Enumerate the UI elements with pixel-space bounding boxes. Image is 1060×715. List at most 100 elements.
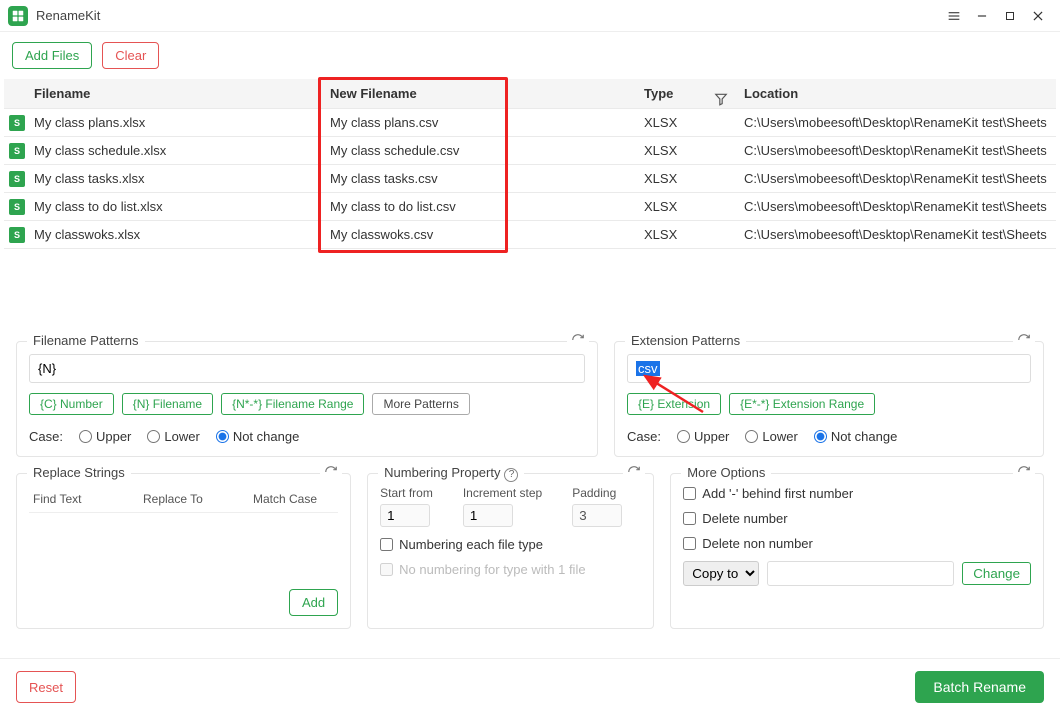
case-notchange-radio[interactable]: Not change	[814, 429, 898, 444]
xlsx-file-icon: S	[9, 227, 25, 243]
panel-title: Filename Patterns	[27, 333, 145, 348]
case-lower-radio[interactable]: Lower	[745, 429, 797, 444]
cell-new-filename: My classwoks.csv	[324, 227, 638, 242]
numbering-panel: Numbering Property? Start from Increment…	[367, 473, 654, 629]
chip-filename[interactable]: {N} Filename	[122, 393, 213, 415]
cell-filename: My class to do list.xlsx	[30, 199, 324, 214]
step-label: Increment step	[463, 486, 542, 500]
refresh-icon[interactable]	[1013, 465, 1035, 482]
chip-extension[interactable]: {E} Extension	[627, 393, 721, 415]
refresh-icon[interactable]	[1013, 333, 1035, 350]
case-notchange-radio[interactable]: Not change	[216, 429, 300, 444]
filename-pattern-input[interactable]	[29, 354, 585, 383]
start-label: Start from	[380, 486, 433, 500]
cell-filename: My class schedule.xlsx	[30, 143, 324, 158]
col-new-filename[interactable]: New Filename	[324, 86, 638, 101]
table-row[interactable]: S My class schedule.xlsxMy class schedule…	[4, 137, 1056, 165]
cell-location: C:\Users\mobeesoft\Desktop\RenameKit tes…	[738, 171, 1056, 186]
chk-each-type[interactable]: Numbering each file type	[380, 537, 641, 552]
panel-title: Numbering Property?	[378, 465, 524, 482]
panels-row-2: Replace Strings Find Text Replace To Mat…	[0, 457, 1060, 629]
col-location[interactable]: Location	[738, 86, 1056, 101]
cell-new-filename: My class schedule.csv	[324, 143, 638, 158]
step-input[interactable]	[463, 504, 513, 527]
col-filename[interactable]: Filename	[30, 86, 324, 101]
refresh-icon[interactable]	[623, 465, 645, 482]
close-icon[interactable]	[1024, 2, 1052, 30]
app-title: RenameKit	[36, 8, 100, 23]
panel-title: More Options	[681, 465, 771, 480]
case-label: Case:	[627, 429, 661, 444]
case-label: Case:	[29, 429, 63, 444]
file-grid: Filename New Filename Type Location S My …	[0, 79, 1060, 249]
chip-number[interactable]: {C} Number	[29, 393, 114, 415]
minimize-icon[interactable]	[968, 2, 996, 30]
cell-type: XLSX	[638, 227, 738, 242]
batch-rename-button[interactable]: Batch Rename	[915, 671, 1044, 703]
chip-filename-range[interactable]: {N*-*} Filename Range	[221, 393, 364, 415]
start-input[interactable]	[380, 504, 430, 527]
refresh-icon[interactable]	[320, 465, 342, 482]
refresh-icon[interactable]	[567, 333, 589, 350]
toolbar: Add Files Clear	[0, 32, 1060, 79]
cell-type: XLSX	[638, 171, 738, 186]
col-type[interactable]: Type	[638, 86, 738, 101]
table-row[interactable]: S My class to do list.xlsxMy class to do …	[4, 193, 1056, 221]
cell-filename: My classwoks.xlsx	[30, 227, 324, 242]
replace-table-body	[29, 513, 338, 583]
panels-row-1: Filename Patterns {C} Number {N} Filenam…	[0, 329, 1060, 457]
maximize-icon[interactable]	[996, 2, 1024, 30]
copyto-path[interactable]	[767, 561, 954, 586]
table-row[interactable]: S My class plans.xlsxMy class plans.csvXL…	[4, 109, 1056, 137]
chk-no-one[interactable]: No numbering for type with 1 file	[380, 562, 641, 577]
chip-extension-range[interactable]: {E*-*} Extension Range	[729, 393, 875, 415]
table-row[interactable]: SMy classwoks.xlsxMy classwoks.csvXLSXC:…	[4, 221, 1056, 249]
extension-value: csv	[636, 361, 660, 376]
grid-header: Filename New Filename Type Location	[4, 79, 1056, 109]
more-options-panel: More Options Add '-' behind first number…	[670, 473, 1044, 629]
reset-button[interactable]: Reset	[16, 671, 76, 703]
cell-new-filename: My class tasks.csv	[324, 171, 638, 186]
case-lower-radio[interactable]: Lower	[147, 429, 199, 444]
cell-location: C:\Users\mobeesoft\Desktop\RenameKit tes…	[738, 115, 1056, 130]
clear-button[interactable]: Clear	[102, 42, 159, 69]
pad-input	[572, 504, 622, 527]
help-icon[interactable]: ?	[504, 468, 518, 482]
case-upper-radio[interactable]: Upper	[677, 429, 729, 444]
cell-new-filename: My class to do list.csv	[324, 199, 638, 214]
add-replace-button[interactable]: Add	[289, 589, 338, 616]
chk-delnum[interactable]: Delete number	[683, 511, 1031, 526]
cell-type: XLSX	[638, 199, 738, 214]
cell-new-filename: My class plans.csv	[324, 115, 638, 130]
chk-delnon[interactable]: Delete non number	[683, 536, 1031, 551]
copyto-select[interactable]: Copy to	[683, 561, 759, 586]
chk-dash[interactable]: Add '-' behind first number	[683, 486, 1031, 501]
extension-pattern-input[interactable]: csv	[627, 354, 1031, 383]
xlsx-file-icon: S	[9, 171, 25, 187]
app-logo-icon	[8, 6, 28, 26]
add-files-button[interactable]: Add Files	[12, 42, 92, 69]
replace-table-header: Find Text Replace To Match Case	[29, 486, 338, 513]
cell-type: XLSX	[638, 115, 738, 130]
cell-location: C:\Users\mobeesoft\Desktop\RenameKit tes…	[738, 143, 1056, 158]
table-row[interactable]: S My class tasks.xlsxMy class tasks.csvXL…	[4, 165, 1056, 193]
extension-patterns-panel: Extension Patterns csv {E} Extension {E*…	[614, 341, 1044, 457]
panel-title: Replace Strings	[27, 465, 131, 480]
case-upper-radio[interactable]: Upper	[79, 429, 131, 444]
xlsx-file-icon: S	[9, 115, 25, 131]
menu-icon[interactable]	[940, 2, 968, 30]
cell-location: C:\Users\mobeesoft\Desktop\RenameKit tes…	[738, 199, 1056, 214]
pad-label: Padding	[572, 486, 622, 500]
col-type-label: Type	[644, 86, 673, 101]
change-button[interactable]: Change	[962, 562, 1031, 585]
filename-patterns-panel: Filename Patterns {C} Number {N} Filenam…	[16, 341, 598, 457]
xlsx-file-icon: S	[9, 143, 25, 159]
filter-icon[interactable]	[714, 92, 728, 109]
chip-more-patterns[interactable]: More Patterns	[372, 393, 469, 415]
titlebar: RenameKit	[0, 0, 1060, 32]
replace-strings-panel: Replace Strings Find Text Replace To Mat…	[16, 473, 351, 629]
col-replace: Replace To	[143, 492, 253, 506]
cell-filename: My class plans.xlsx	[30, 115, 324, 130]
cell-filename: My class tasks.xlsx	[30, 171, 324, 186]
xlsx-file-icon: S	[9, 199, 25, 215]
